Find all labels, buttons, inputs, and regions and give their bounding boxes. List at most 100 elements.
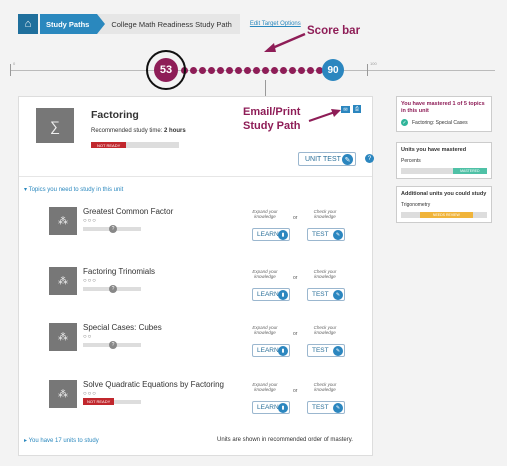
question-icon: ? (109, 285, 117, 293)
print-icon[interactable]: ⎙ (353, 105, 361, 113)
pencil-icon: ✎ (333, 346, 343, 356)
mastered-topic-item: ✓ Factoring: Special Cases (397, 117, 491, 131)
score-path-dot (199, 67, 206, 74)
unit-title: Factoring (91, 109, 139, 121)
learn-button[interactable]: LEARN ▮ (252, 344, 290, 357)
score-path-dot (298, 67, 305, 74)
pencil-icon: ✎ (333, 290, 343, 300)
pencil-icon: ✎ (333, 230, 343, 240)
study-path-page: ⌂ Study Paths College Math Readiness Stu… (0, 0, 507, 466)
expand-knowledge-caption: Expand your knowledge (252, 325, 278, 336)
topic-mastery-circles: ○○ (83, 334, 93, 340)
score-bar-annotation: Score bar (307, 25, 361, 37)
not-ready-badge: NOT READY (83, 398, 115, 405)
topic-item: ⁂ Solve Quadratic Equations by Factoring… (49, 380, 349, 424)
order-note: Units are shown in recommended order of … (217, 437, 353, 443)
topic-mastery-circles: ○○○ (83, 391, 97, 397)
breadcrumb: ⌂ Study Paths College Math Readiness Stu… (18, 14, 301, 34)
test-label: TEST (312, 291, 329, 298)
annotation-arrow-icon (264, 32, 306, 52)
not-ready-badge: NOT READY (91, 142, 127, 148)
learn-label: LEARN (257, 231, 279, 238)
score-tick-end-label: 100 (370, 61, 377, 66)
topic-image: ⁂ (49, 323, 77, 351)
check-knowledge-caption: Check your knowledge (313, 325, 337, 336)
units-to-study-label: You have 17 units to study (28, 438, 99, 444)
mastered-badge: MASTERED (452, 168, 487, 175)
score-path-dot (226, 67, 233, 74)
help-icon[interactable]: ? (365, 154, 374, 163)
learn-button[interactable]: LEARN ▮ (252, 401, 290, 414)
or-label: or (293, 388, 298, 394)
units-mastered-title: Units you have mastered (401, 147, 467, 153)
score-path-dot (289, 67, 296, 74)
score-path-dot (253, 67, 260, 74)
annotation-arrow-icon (308, 109, 341, 122)
score-path-dot (235, 67, 242, 74)
study-time: Recommended study time: 2 hours (91, 128, 186, 134)
study-time-label: Recommended study time: (91, 128, 165, 134)
additional-unit-label: Trigonometry (401, 202, 431, 209)
home-icon[interactable]: ⌂ (18, 14, 38, 34)
or-label: or (293, 331, 298, 337)
factoring-unit-image: ∑ (36, 108, 74, 143)
edit-target-options-link[interactable]: Edit Target Options (250, 21, 301, 27)
expand-knowledge-caption: Expand your knowledge (252, 382, 278, 393)
topics-toggle[interactable]: ▾ Topics you need to study in this unit (24, 186, 123, 193)
unit-test-button[interactable]: UNIT TEST ✎ (298, 152, 356, 166)
units-to-study-toggle[interactable]: ▸ You have 17 units to study (24, 437, 99, 444)
pencil-icon: ✎ (333, 403, 343, 413)
score-path-dot (271, 67, 278, 74)
score-path-dot (244, 67, 251, 74)
email-print-annotation-line2: Study Path (243, 119, 301, 132)
mastered-topics-title: You have mastered 1 of 5 topics in this … (401, 101, 485, 115)
unit-progress-bar: NOT READY (91, 142, 179, 148)
check-knowledge-caption: Check your knowledge (313, 382, 337, 393)
expand-knowledge-caption: Expand your knowledge (252, 269, 278, 280)
or-label: or (293, 275, 298, 281)
topic-mastery-circles: ○○○ (83, 278, 97, 284)
test-button[interactable]: TEST ✎ (307, 401, 345, 414)
target-score[interactable]: 90 (322, 59, 344, 81)
units-mastered-panel: Units you have mastered Percents MASTERE… (396, 142, 492, 180)
unit-test-label: UNIT TEST (305, 155, 341, 163)
pencil-icon: ✎ (342, 154, 353, 165)
test-label: TEST (312, 231, 329, 238)
topic-title: Special Cases: Cubes (83, 323, 162, 332)
question-icon: ? (109, 225, 117, 233)
mastered-unit-label: Percents (401, 158, 421, 165)
needs-review-badge: NEEDS REVIEW (419, 212, 473, 219)
topic-image: ⁂ (49, 207, 77, 235)
score-path-dot (307, 67, 314, 74)
email-print-annotation: Email/Print Study Path (243, 106, 300, 134)
learn-label: LEARN (257, 291, 279, 298)
book-icon: ▮ (278, 346, 288, 356)
test-button[interactable]: TEST ✎ (307, 344, 345, 357)
test-button[interactable]: TEST ✎ (307, 288, 345, 301)
score-path-dot (280, 67, 287, 74)
question-icon: ? (109, 341, 117, 349)
mastered-unit-bar: MASTERED (401, 168, 487, 175)
unit-card: ∑ Factoring Recommended study time: 2 ho… (18, 96, 374, 456)
current-score-highlight-ring (146, 50, 186, 90)
test-button[interactable]: TEST ✎ (307, 228, 345, 241)
email-print-annotation-line1: Email/Print (243, 106, 301, 118)
breadcrumb-study-paths[interactable]: Study Paths (40, 14, 106, 34)
learn-label: LEARN (257, 404, 279, 411)
mastered-topic-label: Factoring: Special Cases (412, 120, 468, 127)
topic-mastery-circles: ○○○ (83, 218, 97, 224)
score-path-dot (262, 67, 269, 74)
expand-knowledge-caption: Expand your knowledge (252, 209, 278, 220)
mastered-topics-panel: You have mastered 1 of 5 topics in this … (396, 96, 492, 133)
score-tick-start-label: 0 (13, 61, 16, 66)
check-icon: ✓ (401, 119, 408, 127)
topic-image: ⁂ (49, 267, 77, 295)
breadcrumb-current: College Math Readiness Study Path (97, 14, 240, 34)
learn-button[interactable]: LEARN ▮ (252, 288, 290, 301)
score-path-dot (190, 67, 197, 74)
additional-units-title: Additional units you could study (401, 191, 487, 197)
book-icon: ▮ (278, 403, 288, 413)
or-label: or (293, 215, 298, 221)
learn-button[interactable]: LEARN ▮ (252, 228, 290, 241)
check-knowledge-caption: Check your knowledge (313, 209, 337, 220)
